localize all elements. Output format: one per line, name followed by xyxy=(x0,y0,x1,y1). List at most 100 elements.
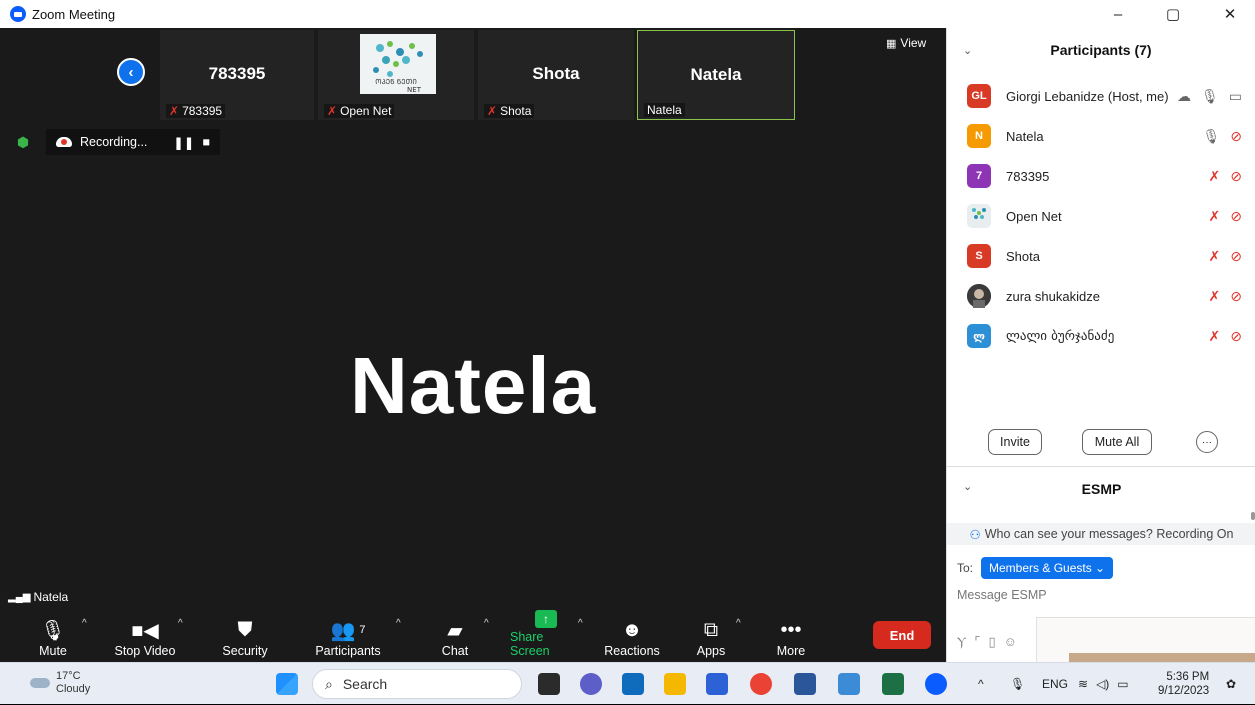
video-off-icon: ⊘ xyxy=(1230,207,1242,224)
participant-row[interactable]: S Shota ✗ ⊘ xyxy=(947,236,1255,276)
tile-label: ✗ Shota xyxy=(484,104,535,118)
recording-indicator: Recording... ❚❚ ■ xyxy=(46,129,220,155)
zoom-taskbar-icon[interactable] xyxy=(925,673,947,695)
chat-tools: Ⲩ ⌜ ▯ ☺ xyxy=(957,634,1017,650)
mute-button[interactable]: 🎙 Mute xyxy=(36,608,70,662)
more-button[interactable]: ••• More xyxy=(774,608,808,662)
volume-icon: ◁) xyxy=(1096,677,1110,691)
active-speaker-name: Natela xyxy=(349,341,597,430)
chat-options-caret[interactable]: ^ xyxy=(484,618,489,629)
tray-chevron-icon[interactable]: ^ xyxy=(978,663,984,705)
end-meeting-button[interactable]: End xyxy=(873,621,931,649)
mic-muted-icon: ✗ xyxy=(1208,167,1221,184)
stop-recording-button[interactable]: ■ xyxy=(202,135,210,149)
chat-scrollbar[interactable] xyxy=(1251,512,1255,520)
collapse-chevron-icon[interactable]: ⌄ xyxy=(963,44,972,57)
avatar: N xyxy=(967,124,991,148)
avatar: ლ xyxy=(967,324,991,348)
collapse-chevron-icon[interactable]: ⌄ xyxy=(963,480,972,493)
video-off-icon: ⊘ xyxy=(1230,327,1242,344)
mute-all-button[interactable]: Mute All xyxy=(1082,429,1152,455)
teams-icon[interactable] xyxy=(580,673,602,695)
video-tile-natela[interactable]: Natela Natela xyxy=(637,30,795,120)
mic-muted-icon: ✗ xyxy=(169,104,180,118)
microphone-icon: 🎙 xyxy=(1200,87,1219,104)
participant-name: Giorgi Lebanidze (Host, me) xyxy=(1006,88,1169,104)
invite-button[interactable]: Invite xyxy=(988,429,1042,455)
reactions-button[interactable]: ☻ Reactions xyxy=(604,608,660,662)
participants-button[interactable]: 👥 7 Participants xyxy=(312,608,384,662)
share-options-caret[interactable]: ^ xyxy=(578,618,583,629)
chat-message-input[interactable]: Message ESMP xyxy=(957,588,1047,602)
network-volume-battery[interactable]: ≋ ◁) ▭ xyxy=(1078,663,1129,705)
tile-name: Natela xyxy=(690,65,742,84)
mic-muted-icon: ✗ xyxy=(1208,327,1221,344)
task-view-icon[interactable] xyxy=(538,673,560,695)
tile-label: ✗ 783395 xyxy=(166,104,226,118)
pause-recording-button[interactable]: ❚❚ xyxy=(173,135,194,150)
share-screen-button[interactable]: ↑ Share Screen xyxy=(510,608,582,662)
chat-recipient-row: To: Members & Guests ⌄ xyxy=(957,557,1114,579)
participant-row[interactable]: 7 783395 ✗ ⊘ xyxy=(947,156,1255,196)
participant-row[interactable]: Open Net ✗ ⊘ xyxy=(947,196,1255,236)
participants-more-button[interactable]: ··· xyxy=(1196,431,1218,453)
chrome-icon[interactable] xyxy=(750,673,772,695)
tile-label: Natela xyxy=(644,103,685,117)
file-explorer-icon[interactable] xyxy=(664,673,686,695)
excel-icon[interactable] xyxy=(882,673,904,695)
svg-text:NET: NET xyxy=(407,86,422,94)
taskbar-search[interactable]: ⌕ Search xyxy=(312,669,522,699)
avatar: GL xyxy=(967,84,991,108)
video-tile-open-net[interactable]: ᲝᲞᲔᲜ ᲜᲔᲗᲘ NET ✗ Open Net xyxy=(318,30,474,120)
smiley-plus-icon: ☻ xyxy=(621,618,643,641)
video-camera-icon: ▭ xyxy=(1228,87,1242,104)
video-off-icon: ⊘ xyxy=(1230,127,1242,144)
file-icon[interactable]: ▯ xyxy=(988,634,995,650)
audio-options-caret[interactable]: ^ xyxy=(82,618,87,629)
mic-muted-icon: ✗ xyxy=(327,104,338,118)
participant-row[interactable]: ლ ლალი ბურჯანაძე ✗ ⊘ xyxy=(947,316,1255,356)
participants-options-caret[interactable]: ^ xyxy=(396,618,401,629)
emoji-icon[interactable]: ☺ xyxy=(1004,634,1017,650)
tile-name: 783395 xyxy=(208,64,266,83)
tile-label: ✗ Open Net xyxy=(324,104,395,118)
recipient-dropdown[interactable]: Members & Guests ⌄ xyxy=(981,557,1114,579)
language-indicator[interactable]: ENG xyxy=(1042,663,1068,705)
stop-video-button[interactable]: ■◀ Stop Video xyxy=(112,608,178,662)
close-button[interactable]: ✕ xyxy=(1207,0,1253,28)
word-icon[interactable] xyxy=(794,673,816,695)
chat-privacy-notice[interactable]: ⚇ Who can see your messages? Recording O… xyxy=(947,523,1255,545)
speaker-label: ▂▄▆ Natela xyxy=(8,590,69,604)
participant-row[interactable]: zura shukakidze ✗ ⊘ xyxy=(947,276,1255,316)
restore-button[interactable]: ▢ xyxy=(1150,0,1196,28)
strip-back-button[interactable]: ‹ xyxy=(117,58,145,86)
video-off-icon: ⊘ xyxy=(1230,167,1242,184)
apps-button[interactable]: ⧉ Apps xyxy=(694,608,728,662)
view-button[interactable]: ▦ View xyxy=(886,36,926,50)
video-tile-783395[interactable]: 783395 ✗ 783395 xyxy=(160,30,314,120)
photos-icon[interactable] xyxy=(838,673,860,695)
weather-widget[interactable]: 17°C Cloudy xyxy=(30,670,90,696)
video-tile-shota[interactable]: Shota ✗ Shota xyxy=(478,30,634,120)
ellipsis-icon: ••• xyxy=(780,618,802,641)
share-screen-icon: ↑ xyxy=(535,610,557,628)
apps-options-caret[interactable]: ^ xyxy=(736,618,741,629)
screenshot-icon[interactable]: ⌜ xyxy=(974,634,980,650)
participant-row[interactable]: GL Giorgi Lebanidze (Host, me) ☁ 🎙 ▭ xyxy=(947,76,1255,116)
participant-row[interactable]: N Natela 🎙 ⊘ xyxy=(947,116,1255,156)
outlook-icon[interactable] xyxy=(622,673,644,695)
windows-start-icon[interactable] xyxy=(276,673,298,695)
windows-taskbar: 17°C Cloudy ⌕ Search ^ 🎙 ENG ≋ ◁) ▭ 5:36… xyxy=(0,662,1255,704)
participant-name: zura shukakidze xyxy=(1006,288,1100,304)
chat-header: ⌄ ESMP xyxy=(947,474,1255,504)
store-icon[interactable] xyxy=(706,673,728,695)
notification-icon[interactable]: ✿ xyxy=(1226,663,1236,705)
video-options-caret[interactable]: ^ xyxy=(178,618,183,629)
chat-button[interactable]: ▰ Chat xyxy=(440,608,470,662)
taskbar-clock[interactable]: 5:36 PM 9/12/2023 xyxy=(1158,670,1209,698)
microphone-tray-icon[interactable]: 🎙 xyxy=(1010,663,1025,705)
security-button[interactable]: ⛊ Security xyxy=(220,608,270,662)
format-icon[interactable]: Ⲩ xyxy=(957,634,966,650)
people-icon: ⚇ xyxy=(969,527,981,542)
minimize-button[interactable]: – xyxy=(1095,0,1141,28)
